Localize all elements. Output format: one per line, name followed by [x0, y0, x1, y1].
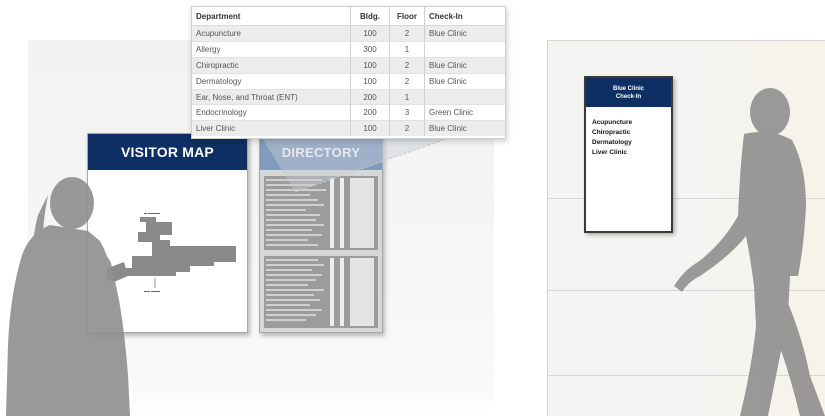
table-cell: 2	[389, 120, 425, 137]
column-header: Bldg.	[350, 7, 390, 26]
svg-text:▬▬ ▬▬▬: ▬▬ ▬▬▬	[144, 289, 160, 293]
table-cell: Green Clinic	[424, 104, 505, 121]
column-header: Check-In	[424, 7, 505, 26]
table-cell: Dermatology	[192, 72, 351, 90]
table-cell: 2	[389, 25, 425, 42]
list-item: Liver Clinic	[592, 149, 628, 156]
table-cell: 100	[350, 120, 390, 137]
woman-silhouette	[6, 177, 130, 416]
clinic-department-list: Acupuncture Chiropractic Dermatology Liv…	[592, 118, 632, 158]
clinic-sign-title: Blue Clinic	[612, 85, 644, 92]
column-header: Floor	[389, 7, 425, 26]
table-cell: 1	[389, 88, 425, 105]
column-header: Department	[192, 7, 351, 26]
list-item: Acupuncture	[592, 119, 633, 126]
table-cell: Acupuncture	[192, 25, 351, 42]
table-cell: Blue Clinic	[424, 56, 505, 74]
table-cell: 200	[350, 104, 390, 121]
table-cell	[424, 40, 505, 58]
directory-panel-lower	[264, 256, 378, 328]
table-row: Allergy 300 1	[192, 40, 505, 58]
table-row: Liver Clinic 100 2 Blue Clinic	[192, 120, 505, 137]
man-silhouette	[674, 88, 825, 416]
table-cell: 100	[350, 56, 390, 74]
clinic-sign-header: Blue Clinic Check-In	[586, 78, 671, 107]
table-row: Endocrinology 200 3 Green Clinic	[192, 104, 505, 121]
table-cell	[424, 88, 505, 105]
table-cell: 1	[389, 40, 425, 58]
table-row: Ear, Nose, and Throat (ENT) 200 1	[192, 88, 505, 105]
table-cell: Blue Clinic	[424, 72, 505, 90]
visitor-map-title: VISITOR MAP	[88, 134, 247, 170]
table-cell: Blue Clinic	[424, 120, 505, 137]
table-cell: Blue Clinic	[424, 25, 505, 42]
table-cell: 3	[389, 104, 425, 121]
table-cell: Chiropractic	[192, 56, 351, 74]
table-row: Acupuncture 100 2 Blue Clinic	[192, 25, 505, 42]
directory-table: Department Bldg. Floor Check-In Acupunct…	[192, 7, 505, 137]
table-header-row: Department Bldg. Floor Check-In	[192, 7, 505, 26]
table-cell: Ear, Nose, and Throat (ENT)	[192, 88, 351, 105]
svg-text:▬ ▬▬▬▬: ▬ ▬▬▬▬	[144, 211, 160, 215]
table-cell: 300	[350, 40, 390, 58]
directory-zoom-table: Department Bldg. Floor Check-In Acupunct…	[191, 6, 506, 139]
clinic-sign-subtitle: Check-In	[615, 93, 642, 100]
table-row: Chiropractic 100 2 Blue Clinic	[192, 56, 505, 74]
table-row: Dermatology 100 2 Blue Clinic	[192, 72, 505, 90]
table-cell: 100	[350, 25, 390, 42]
table-cell: 2	[389, 56, 425, 74]
table-cell: Endocrinology	[192, 104, 351, 121]
table-cell: 200	[350, 88, 390, 105]
table-cell: Allergy	[192, 40, 351, 58]
table-cell: 2	[389, 72, 425, 90]
wall-panel-line	[547, 40, 825, 41]
zoom-connector	[261, 135, 456, 193]
table-cell: Liver Clinic	[192, 120, 351, 137]
list-item: Dermatology	[592, 139, 632, 146]
wall-corner-line	[547, 40, 548, 416]
list-item: Chiropractic	[592, 129, 631, 136]
table-cell: 100	[350, 72, 390, 90]
